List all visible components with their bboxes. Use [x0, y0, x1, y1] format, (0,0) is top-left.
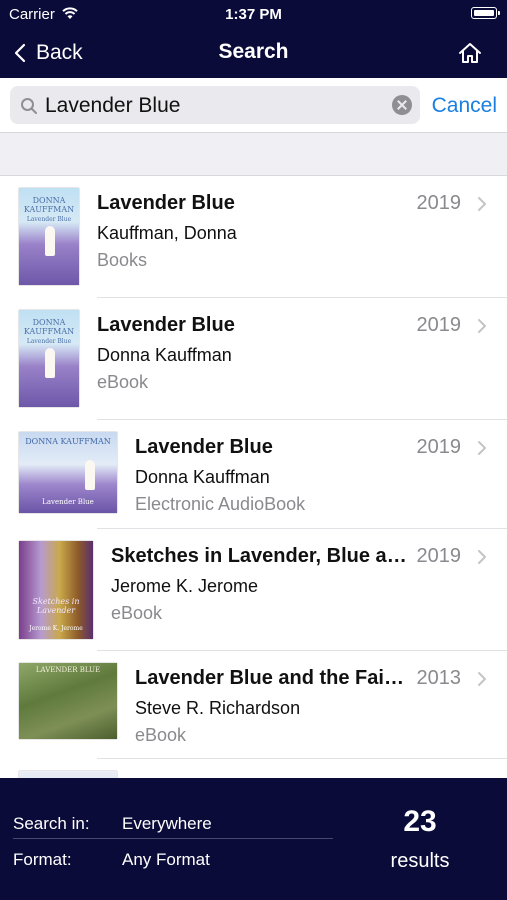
section-spacer: [0, 133, 507, 176]
result-title: Lavender Blue: [97, 192, 235, 214]
clock: 1:37 PM: [225, 6, 282, 23]
book-cover-image: DONNA KAUFFMAN Lavender Blue: [19, 432, 117, 513]
chevron-right-icon: [478, 672, 486, 686]
book-cover-image: Sketches in Lavender Jerome K. Jerome: [19, 541, 93, 639]
cover-author-text: DONNA KAUFFMAN: [23, 196, 75, 214]
result-format: eBook: [111, 603, 163, 623]
result-title: Sketches in Lavender, Blue and Green: [111, 545, 407, 567]
cover-author-text: Jerome K. Jerome: [29, 625, 83, 632]
cover-title-text: Lavender Blue: [26, 338, 72, 345]
home-icon[interactable]: [457, 40, 483, 66]
result-year: 2019: [416, 545, 462, 567]
result-title: Lavender Blue: [135, 436, 273, 458]
results-label: results: [390, 850, 450, 872]
nav-bar: Back Search: [0, 28, 507, 78]
clear-search-icon[interactable]: [392, 95, 412, 115]
result-format: eBook: [97, 372, 149, 392]
footer-divider: [13, 838, 333, 839]
search-input-value: Lavender Blue: [45, 94, 181, 117]
cover-title-text: Lavender Blue: [42, 498, 94, 506]
result-format: eBook: [135, 725, 187, 745]
result-row[interactable]: LAVENDER BLUE Lavender Blue and the Fair…: [0, 651, 507, 759]
result-row[interactable]: DONNA KAUFFMAN Lavender Blue Lavender Bl…: [0, 420, 507, 529]
result-format: Books: [97, 250, 148, 270]
status-bar: Carrier 1:37 PM: [0, 0, 507, 28]
format-label: Format:: [13, 850, 72, 869]
book-cover-image: LAVENDER BLUE: [19, 663, 117, 739]
cover-author-text: DONNA KAUFFMAN: [23, 318, 75, 336]
result-row-partial[interactable]: [0, 759, 507, 778]
cover-figure: [45, 348, 55, 378]
result-title: Lavender Blue and the Fairies: [135, 667, 407, 689]
search-icon: [21, 98, 37, 114]
result-title: Lavender Blue: [97, 314, 235, 336]
result-author: Jerome K. Jerome: [111, 576, 259, 596]
chevron-right-icon: [478, 550, 486, 564]
cover-title-text: Sketches in Lavender: [32, 597, 80, 615]
battery-icon: [471, 7, 500, 19]
result-author: Donna Kauffman: [97, 345, 232, 365]
cover-title-text: Lavender Blue: [26, 216, 72, 223]
search-options-footer: Search in: Everywhere Format: Any Format…: [0, 778, 507, 900]
chevron-right-icon: [478, 319, 486, 333]
result-author: Kauffman, Donna: [97, 223, 237, 243]
search-in-label: Search in:: [13, 814, 90, 833]
format-value[interactable]: Any Format: [122, 850, 210, 870]
result-format: Electronic AudioBook: [135, 494, 306, 514]
result-year: 2019: [416, 436, 462, 458]
results-list[interactable]: DONNA KAUFFMAN Lavender Blue Lavender Bl…: [0, 176, 507, 778]
search-input[interactable]: Lavender Blue: [10, 86, 420, 124]
result-year: 2019: [416, 192, 462, 214]
result-year: 2019: [416, 314, 462, 336]
book-cover-image: DONNA KAUFFMAN Lavender Blue: [19, 310, 79, 407]
chevron-right-icon: [478, 441, 486, 455]
search-bar: Lavender Blue Cancel: [0, 78, 507, 133]
search-in-value[interactable]: Everywhere: [122, 814, 212, 834]
result-row[interactable]: DONNA KAUFFMAN Lavender Blue Lavender Bl…: [0, 176, 507, 298]
result-author: Donna Kauffman: [135, 467, 270, 487]
result-row[interactable]: DONNA KAUFFMAN Lavender Blue Lavender Bl…: [0, 298, 507, 420]
cover-author-text: DONNA KAUFFMAN: [25, 437, 111, 446]
result-row[interactable]: Sketches in Lavender Jerome K. Jerome Sk…: [0, 529, 507, 651]
cover-figure: [85, 460, 95, 490]
result-year: 2013: [416, 667, 462, 689]
page-title: Search: [218, 40, 289, 63]
chevron-right-icon: [478, 197, 486, 211]
cover-figure: [45, 226, 55, 256]
cancel-button[interactable]: Cancel: [432, 94, 497, 118]
book-cover-image: DONNA KAUFFMAN Lavender Blue: [19, 188, 79, 285]
book-cover-image: [19, 771, 117, 778]
result-author: Steve R. Richardson: [135, 698, 301, 718]
results-count: 23: [403, 805, 437, 838]
cover-title-text: LAVENDER BLUE: [35, 666, 101, 674]
